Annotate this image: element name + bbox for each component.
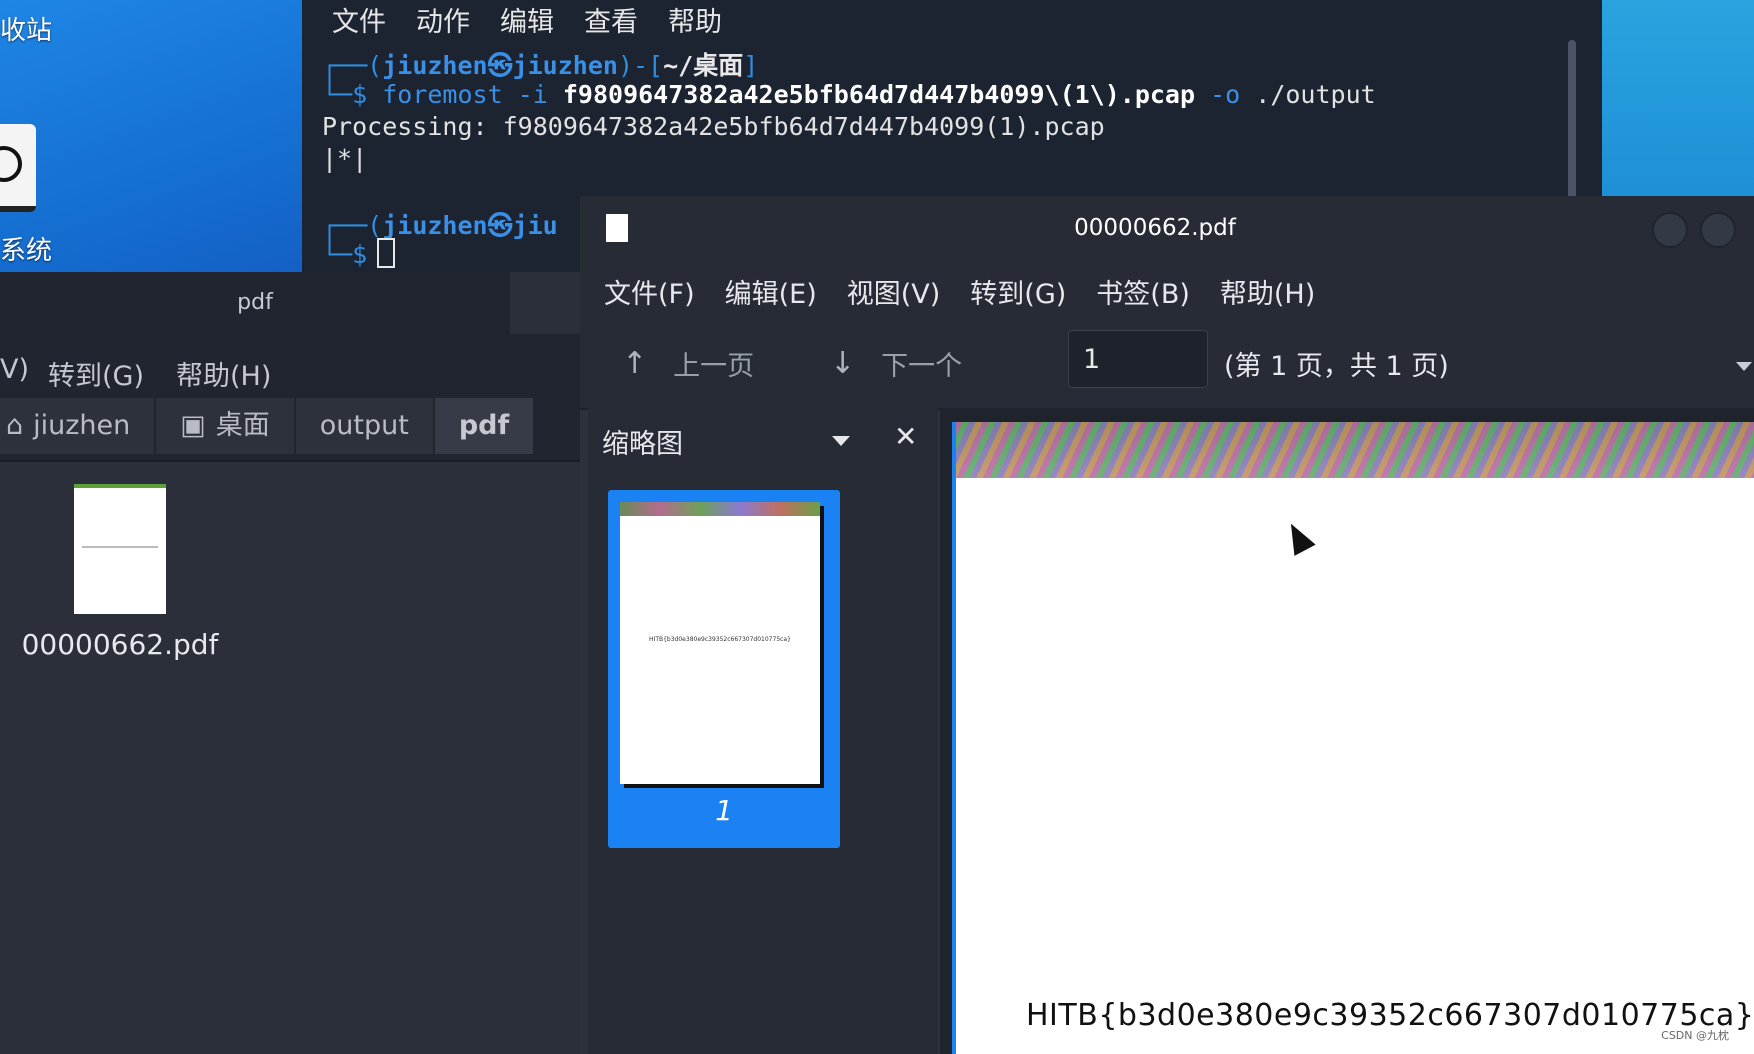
thumbnail-text: HITB{b3d0e380e9c39352c667307d010775ca} [649, 636, 791, 643]
fm-menu-goto[interactable]: 转到(G) [48, 354, 144, 393]
viewer-menubar: 文件(F) 编辑(E) 视图(V) 转到(G) 书签(B) 帮助(H) [580, 260, 1754, 322]
crumb-home[interactable]: ⌂ jiuzhen [0, 398, 157, 454]
file-item[interactable]: 00000662.pdf [20, 484, 220, 661]
crumb-desktop[interactable]: ▣ 桌面 [156, 398, 296, 454]
terminal-input-line[interactable]: └─$ [322, 238, 396, 269]
document-page: HITB{b3d0e380e9c39352c667307d010775ca} [952, 422, 1754, 1054]
crumb-home-label: jiuzhen [33, 410, 131, 441]
command-flag-i: -i [517, 80, 548, 109]
desktop-label-system[interactable]: 系统 [0, 230, 52, 267]
command-name: foremost [382, 80, 503, 109]
document-flag-text: HITB{b3d0e380e9c39352c667307d010775ca} [1026, 998, 1754, 1033]
crumb-desktop-label: 桌面 [215, 410, 270, 441]
crumb-pdf[interactable]: pdf [434, 398, 536, 454]
terminal-prompt-line: ┌──(jiuzhen㉿jiuzhen)-[~/桌面] [322, 51, 759, 80]
terminal-cursor [377, 238, 396, 268]
page-count-label: (第 1 页，共 1 页) [1224, 351, 1449, 382]
prompt-path: ~/桌面 [663, 51, 744, 80]
viewer-title: 00000662.pdf [1074, 215, 1236, 241]
arrow-up-icon: ↑ [622, 346, 648, 381]
terminal-menu-file[interactable]: 文件 [332, 0, 386, 38]
prev-page-label: 上一页 [673, 351, 755, 382]
terminal-menu-action[interactable]: 动作 [416, 0, 470, 38]
page-thumbnail[interactable]: HITB{b3d0e380e9c39352c667307d010775ca} 1 [608, 490, 840, 848]
watermark: CSDN @九枕 [1658, 1026, 1732, 1044]
prev-page-button[interactable]: ↑ 上一页 [622, 344, 754, 383]
desktop-label-recycle[interactable]: 收站 [0, 10, 52, 47]
terminal-menu-view[interactable]: 查看 [584, 0, 638, 38]
viewer-menu-bookmarks[interactable]: 书签(B) [1096, 272, 1190, 311]
crumb-output-label: output [319, 410, 409, 441]
next-page-button[interactable]: ↓ 下一个 [830, 344, 962, 383]
desktop-background-right [1602, 0, 1754, 200]
command-flag-o: -o [1210, 80, 1241, 109]
file-name: 00000662.pdf [21, 628, 219, 661]
document-view[interactable]: HITB{b3d0e380e9c39352c667307d010775ca} [940, 408, 1754, 1054]
prompt2-user: jiuzhen㉿jiu [382, 211, 558, 240]
sidebar-dropdown-icon[interactable] [832, 436, 850, 446]
viewer-toolbar: ↑ 上一页 ↓ 下一个 1 (第 1 页，共 1 页) [580, 322, 1754, 410]
sidebar-title: 缩略图 [602, 429, 683, 460]
terminal-scrollbar[interactable] [1568, 40, 1576, 200]
file-manager-menubar: V) 转到(G) 帮助(H) [0, 334, 580, 406]
terminal-menu-help[interactable]: 帮助 [668, 0, 722, 38]
file-manager-window: pdf V) 转到(G) 帮助(H) ⌂ jiuzhen ▣ 桌面 output p… [0, 272, 580, 1054]
fm-menu-help[interactable]: 帮助(H) [176, 354, 271, 393]
crumb-output[interactable]: output [295, 398, 435, 454]
document-banner-image [956, 422, 1754, 478]
page-number-input[interactable]: 1 [1068, 330, 1208, 388]
terminal-prompt-line-2: ┌──(jiuzhen㉿jiu [322, 211, 558, 240]
thumbnail-sidebar: 缩略图 ✕ HITB{b3d0e380e9c39352c667307d01077… [588, 408, 938, 1054]
desktop-background: 收站 系统 [0, 0, 302, 272]
sidebar-header: 缩略图 ✕ [588, 408, 938, 470]
home-icon: ⌂ [6, 410, 24, 441]
next-page-label: 下一个 [881, 351, 963, 382]
viewer-titlebar[interactable]: 00000662.pdf [580, 196, 1754, 260]
fm-menu-view-partial[interactable]: V) [0, 354, 29, 385]
viewer-menu-edit[interactable]: 编辑(E) [725, 272, 817, 311]
computer-icon[interactable] [0, 124, 36, 212]
terminal-menu-edit[interactable]: 编辑 [500, 0, 554, 38]
viewer-menu-help[interactable]: 帮助(H) [1220, 272, 1315, 311]
pdf-viewer-window: 00000662.pdf 文件(F) 编辑(E) 视图(V) 转到(G) 书签(… [580, 196, 1754, 1054]
thumbnail-number: 1 [715, 794, 733, 827]
viewer-menu-view[interactable]: 视图(V) [847, 272, 941, 311]
thumbnail-banner [620, 502, 820, 516]
close-icon[interactable]: ✕ [894, 420, 917, 453]
arrow-down-icon: ↓ [830, 346, 856, 381]
file-manager-title: pdf [0, 272, 510, 334]
prompt-user: jiuzhen㉿jiuzhen [382, 51, 618, 80]
thumbnail-page: HITB{b3d0e380e9c39352c667307d010775ca} [620, 502, 820, 784]
crumb-pdf-label: pdf [458, 410, 510, 441]
viewer-menu-file[interactable]: 文件(F) [604, 272, 695, 311]
terminal-processing-line: Processing: f9809647382a42e5bfb64d7d447b… [322, 112, 1105, 141]
pdf-file-icon [74, 484, 166, 614]
desktop-folder-icon: ▣ [180, 410, 206, 441]
maximize-button[interactable] [1700, 212, 1736, 248]
breadcrumb: ⌂ jiuzhen ▣ 桌面 output pdf [0, 398, 580, 462]
command-output: ./output [1255, 80, 1376, 109]
command-file: f9809647382a42e5bfb64d7d447b4099\(1\).pc… [562, 80, 1196, 109]
chevron-down-icon[interactable] [1736, 362, 1752, 371]
terminal-command-line: └─$ foremost -i f9809647382a42e5bfb64d7d… [322, 80, 1376, 109]
terminal-progress-line: |*| [322, 144, 368, 173]
terminal-menubar: 文件 动作 编辑 查看 帮助 [332, 0, 722, 38]
viewer-menu-goto[interactable]: 转到(G) [970, 272, 1066, 311]
minimize-button[interactable] [1652, 212, 1688, 248]
